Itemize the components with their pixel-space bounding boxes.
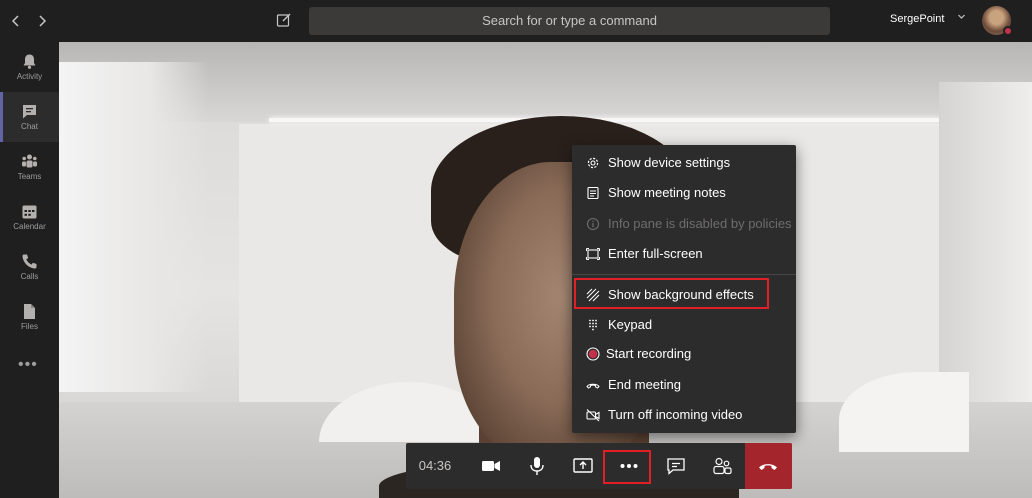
rail-label: Activity [16, 72, 43, 81]
more-apps-icon[interactable]: ••• [18, 356, 38, 374]
menu-item-start-recording[interactable]: Start recording [572, 340, 796, 368]
teams-icon [22, 154, 37, 168]
rail-label: Teams [17, 172, 42, 181]
menu-item-label: Start recording [606, 346, 692, 361]
gear-icon [587, 157, 599, 169]
menu-item-keypad[interactable]: Keypad [572, 311, 796, 339]
hang-up-icon [759, 464, 777, 470]
chevron-down-icon[interactable] [957, 12, 966, 23]
notes-icon [587, 186, 599, 200]
hang-up-button[interactable] [745, 443, 792, 489]
fullscreen-icon [586, 248, 600, 260]
rail-item-files[interactable]: Files [0, 292, 59, 342]
compose-icon[interactable] [276, 12, 292, 28]
rail-label: Files [21, 322, 38, 331]
phone-icon [22, 254, 37, 269]
microphone-button[interactable] [514, 443, 560, 489]
menu-item-label: Turn off incoming video [608, 407, 743, 422]
end-meeting-icon [586, 383, 600, 389]
share-screen-icon [573, 458, 593, 473]
menu-item-incoming-video[interactable]: Turn off incoming video [572, 401, 796, 429]
info-icon [586, 217, 600, 231]
menu-item-label: End meeting [608, 377, 681, 392]
camera-icon [482, 461, 500, 471]
menu-item-label: Keypad [608, 317, 653, 332]
file-icon [24, 304, 35, 319]
rail-label: Calendar [13, 222, 46, 231]
app-rail: Activity Chat Teams Calendar Calls Files… [0, 42, 59, 498]
menu-item-info-pane: Info pane is disabled by policies [572, 210, 796, 238]
menu-item-label: Enter full-screen [608, 246, 703, 261]
share-screen-button[interactable] [560, 443, 606, 489]
chat-icon [23, 105, 36, 119]
rail-item-teams[interactable]: Teams [0, 142, 59, 192]
keypad-icon [589, 319, 597, 331]
rail-item-activity[interactable]: Activity [0, 42, 59, 92]
video-stage [59, 42, 1032, 498]
video-off-icon [586, 409, 600, 422]
chat-button[interactable] [653, 443, 699, 489]
microphone-icon [530, 457, 544, 475]
menu-item-end-meeting[interactable]: End meeting [572, 371, 796, 399]
menu-divider [572, 274, 796, 275]
rail-label: Chat [21, 122, 38, 131]
menu-item-label: Show meeting notes [608, 185, 726, 200]
search-input[interactable]: Search for or type a command [309, 7, 830, 35]
chevron-left-icon[interactable] [8, 12, 24, 30]
menu-item-device-settings[interactable]: Show device settings [572, 149, 796, 177]
record-icon [586, 347, 600, 361]
menu-item-meeting-notes[interactable]: Show meeting notes [572, 179, 796, 207]
chat-icon [667, 458, 685, 475]
bell-icon [23, 54, 36, 69]
highlight-annotation [603, 450, 651, 484]
rail-item-chat[interactable]: Chat [0, 92, 59, 142]
participants-button[interactable] [699, 443, 745, 489]
background-window [59, 62, 209, 392]
rail-item-calendar[interactable]: Calendar [0, 192, 59, 242]
user-name[interactable]: SergePoint [890, 13, 944, 25]
calendar-icon [22, 205, 37, 219]
rail-label: Calls [20, 272, 39, 281]
call-timer: 04:36 [418, 458, 452, 473]
menu-item-label: Show device settings [608, 155, 731, 170]
chevron-right-icon[interactable] [34, 12, 50, 30]
camera-button[interactable] [468, 443, 514, 489]
highlight-annotation [574, 278, 769, 309]
call-controls: 04:36 [406, 443, 792, 489]
participants-icon [713, 457, 732, 475]
rail-item-calls[interactable]: Calls [0, 242, 59, 292]
menu-item-full-screen[interactable]: Enter full-screen [572, 240, 796, 268]
title-bar: Search for or type a command SergePoint [0, 0, 1032, 42]
menu-item-label: Info pane is disabled by policies [608, 216, 792, 231]
presence-busy-icon [1003, 26, 1013, 36]
